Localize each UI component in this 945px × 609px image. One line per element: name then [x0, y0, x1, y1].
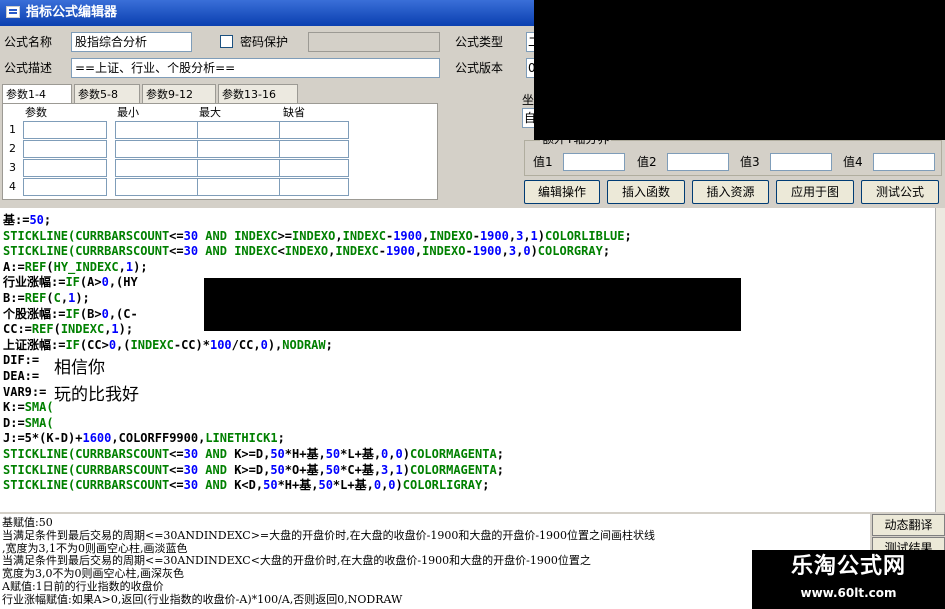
col-header-max: 最大: [199, 106, 221, 119]
output-line: 行业涨幅赋值:如果A>0,返回(行业指数的收盘价-A)*100/A,否则返回0,…: [2, 592, 403, 606]
param-min-1[interactable]: [115, 121, 199, 139]
code-line: K:=SMA(: [3, 400, 54, 415]
param-name-2[interactable]: [23, 140, 107, 158]
value1-label: 值1: [533, 155, 553, 169]
tab-params-9-12[interactable]: 参数9-12: [142, 84, 216, 104]
code-line: 上证涨幅:=IF(CC>0,(INDEXC-CC)*100/CC,0),NODR…: [3, 337, 333, 352]
watermark-logo: 乐淘公式网 www.60lt.com: [752, 550, 945, 609]
code-line: STICKLINE(CURRBARSCOUNT<=30 AND INDEXC>=…: [3, 228, 632, 243]
tab-params-13-16[interactable]: 参数13-16: [218, 84, 298, 104]
param-default-4[interactable]: [279, 178, 349, 196]
output-line: ,宽度为3,1不为0则画空心柱,画淡蓝色: [2, 541, 188, 555]
row-label-1: 1: [9, 123, 16, 136]
tab-params-5-8[interactable]: 参数5-8: [74, 84, 140, 104]
edit-operation-button[interactable]: 编辑操作: [524, 180, 600, 204]
row-label-3: 3: [9, 161, 16, 174]
code-line: 行业涨幅:=IF(A>0,(HY: [3, 275, 138, 290]
code-line: STICKLINE(CURRBARSCOUNT<=30 AND K<D,50*H…: [3, 478, 490, 493]
formula-version-label: 公式版本: [455, 61, 504, 75]
value3-input[interactable]: [770, 153, 832, 171]
output-line: 当满足条件到最后交易的周期<=30ANDINDEXC<大盘的开盘价时,在大盘的收…: [2, 554, 591, 568]
code-line: D:=SMA(: [3, 415, 54, 430]
output-line: 基赋值:50: [2, 516, 53, 529]
value2-label: 值2: [637, 155, 657, 169]
insert-resource-button[interactable]: 插入资源: [692, 180, 769, 204]
value4-input[interactable]: [873, 153, 935, 171]
code-line: A:=REF(HY_INDEXC,1);: [3, 259, 148, 274]
param-max-2[interactable]: [197, 140, 281, 158]
row-label-2: 2: [9, 142, 16, 155]
value2-input[interactable]: [667, 153, 729, 171]
col-header-min: 最小: [117, 106, 139, 119]
password-input[interactable]: [308, 32, 440, 52]
param-name-4[interactable]: [23, 178, 107, 196]
overlay-text-1: 相信你: [54, 358, 105, 378]
watermark-url: www.60lt.com: [800, 586, 897, 600]
param-min-2[interactable]: [115, 140, 199, 158]
param-max-1[interactable]: [197, 121, 281, 139]
param-name-1[interactable]: [23, 121, 107, 139]
tab-params-1-4[interactable]: 参数1-4: [2, 84, 72, 105]
redacted-code-region: [204, 278, 741, 331]
code-line: J:=5*(K-D)+1600,COLORFF9900,LINETHICK1;: [3, 431, 285, 446]
test-formula-button[interactable]: 测试公式: [861, 180, 939, 204]
code-editor[interactable]: 基:=50; STICKLINE(CURRBARSCOUNT<=30 AND IN…: [0, 208, 935, 512]
output-line: 当满足条件到最后交易的周期<=30ANDINDEXC>=大盘的开盘价时,在大盘的…: [2, 528, 656, 542]
output-line: 宽度为3,0不为0则画空心柱,画深灰色: [2, 567, 184, 581]
col-header-default: 缺省: [283, 106, 305, 119]
formula-name-label: 公式名称: [4, 35, 53, 49]
axis-label-partial: 坐: [522, 93, 535, 107]
param-default-1[interactable]: [279, 121, 349, 139]
code-line: CC:=REF(INDEXC,1);: [3, 322, 134, 337]
formula-type-label: 公式类型: [455, 35, 504, 49]
value1-input[interactable]: [563, 153, 625, 171]
value3-label: 值3: [740, 155, 760, 169]
code-line: 基:=50;: [3, 213, 52, 227]
code-line: DIF:=: [3, 353, 40, 368]
param-default-3[interactable]: [279, 159, 349, 177]
value4-label: 值4: [843, 155, 863, 169]
param-max-3[interactable]: [197, 159, 281, 177]
app-icon: [6, 6, 20, 18]
redacted-region: [534, 0, 945, 140]
param-name-3[interactable]: [23, 159, 107, 177]
window-title: 指标公式编辑器: [26, 5, 118, 20]
row-label-4: 4: [9, 180, 16, 193]
formula-desc-label: 公式描述: [4, 61, 53, 75]
param-default-2[interactable]: [279, 140, 349, 158]
translation-output: 基赋值:50 当满足条件到最后交易的周期<=30ANDINDEXC>=大盘的开盘价…: [0, 514, 870, 609]
output-line: A赋值:1日前的行业指数的收盘价: [2, 580, 164, 593]
param-tabs: 参数1-4 参数5-8 参数9-12 参数13-16: [2, 84, 302, 105]
formula-name-input[interactable]: 股指综合分析: [71, 32, 192, 52]
password-checkbox[interactable]: [220, 35, 233, 48]
col-header-param: 参数: [25, 106, 47, 119]
insert-function-button[interactable]: 插入函数: [607, 180, 685, 204]
code-line: STICKLINE(CURRBARSCOUNT<=30 AND K>=D,50*…: [3, 447, 504, 461]
code-line: STICKLINE(CURRBARSCOUNT<=30 AND K>=D,50*…: [3, 462, 504, 477]
param-min-4[interactable]: [115, 178, 199, 196]
code-line: STICKLINE(CURRBARSCOUNT<=30 AND INDEXC<I…: [3, 244, 611, 259]
editor-scrollbar[interactable]: [935, 208, 945, 512]
dynamic-translate-button[interactable]: 动态翻译: [872, 514, 945, 536]
formula-desc-input[interactable]: ==上证、行业、个股分析==: [71, 58, 440, 78]
code-line: DEA:=: [3, 369, 40, 383]
apply-to-chart-button[interactable]: 应用于图: [776, 180, 854, 204]
param-min-3[interactable]: [115, 159, 199, 177]
code-line: 个股涨幅:=IF(B>0,(C-: [3, 306, 138, 321]
overlay-text-2: 玩的比我好: [54, 385, 139, 405]
param-max-4[interactable]: [197, 178, 281, 196]
watermark-name: 乐淘公式网: [790, 554, 906, 579]
password-label: 密码保护: [240, 35, 289, 49]
params-panel: 参数 最小 最大 缺省 1 2 3 4: [2, 103, 438, 200]
code-line: B:=REF(C,1);: [3, 291, 90, 305]
code-line: VAR9:=: [3, 384, 47, 399]
